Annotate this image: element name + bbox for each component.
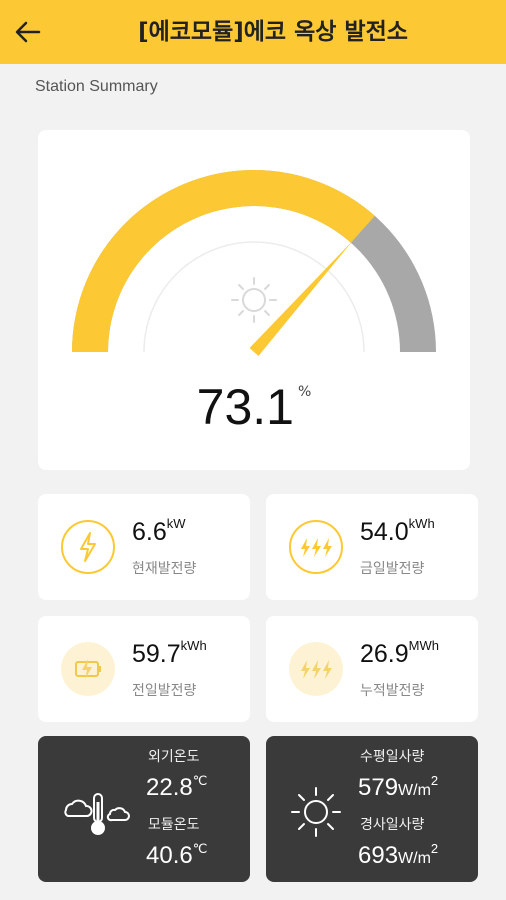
stat-value: 54.0kWh (360, 516, 435, 546)
page-title: [에코모듈]에코 옥상 발전소 (138, 19, 408, 45)
sun-icon (231, 277, 277, 323)
module-temp-label: 모듈온도 (148, 817, 200, 833)
sun-icon (291, 787, 341, 837)
thermometer-cloud-icon (64, 793, 130, 835)
efficiency-gauge-card: 73.1% (38, 130, 470, 470)
stat-card-cumulative-generation: 26.9MWh 누적발전량 (266, 616, 478, 722)
horizontal-irradiance-label: 수평일사량 (360, 749, 425, 765)
stat-label: 누적발전량 (360, 683, 425, 699)
stat-label: 현재발전량 (132, 561, 197, 577)
horizontal-irradiance-value: 579W/m2 (358, 773, 439, 801)
gauge-unit: % (298, 384, 312, 400)
battery-lightning-icon (61, 642, 115, 696)
inclined-irradiance-value: 693W/m2 (358, 841, 439, 869)
irradiance-card: 수평일사량 579W/m2 경사일사량 693W/m2 (266, 736, 478, 882)
gauge-inner-ring (143, 241, 365, 353)
temperature-card: 외기온도 22.8℃ 모듈온도 40.6℃ (38, 736, 250, 882)
back-arrow-icon (15, 21, 41, 43)
outside-temp-label: 외기온도 (148, 749, 200, 765)
efficiency-gauge (72, 170, 436, 356)
stat-value: 59.7kWh (132, 638, 207, 668)
section-label: Station Summary (35, 78, 158, 95)
stat-value: 26.9MWh (360, 638, 440, 668)
triple-lightning-icon (289, 642, 343, 696)
outside-temp-value: 22.8℃ (146, 773, 208, 801)
app-header: [에코모듈]에코 옥상 발전소 (0, 0, 506, 64)
gauge-readout: 73.1% (38, 378, 470, 436)
stat-card-today-generation: 54.0kWh 금일발전량 (266, 494, 478, 600)
stat-label: 금일발전량 (360, 561, 425, 577)
inclined-irradiance-label: 경사일사량 (360, 817, 425, 833)
triple-lightning-icon (289, 520, 343, 574)
stat-label: 전일발전량 (132, 683, 197, 699)
stat-value: 6.6kW (132, 516, 186, 546)
lightning-icon (61, 520, 115, 574)
back-button[interactable] (8, 12, 48, 52)
module-temp-value: 40.6℃ (146, 841, 208, 869)
gauge-fill-arc (72, 170, 375, 352)
gauge-value: 73.1 (196, 379, 294, 435)
stat-card-yesterday-generation: 59.7kWh 전일발전량 (38, 616, 250, 722)
stat-card-current-power: 6.6kW 현재발전량 (38, 494, 250, 600)
